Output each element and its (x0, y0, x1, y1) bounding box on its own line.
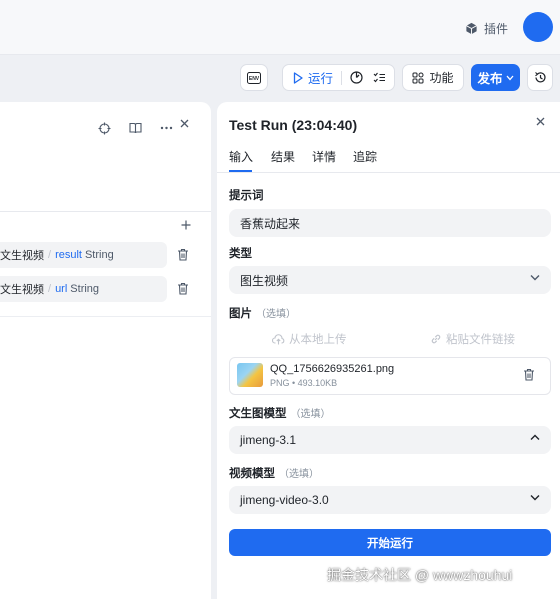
trash-icon[interactable] (523, 368, 535, 381)
run-label: 运行 (308, 72, 334, 86)
start-run-button[interactable]: 开始运行 (229, 529, 551, 556)
paste-link-label: 粘贴文件链接 (446, 334, 515, 346)
play-icon (293, 71, 303, 84)
trash-icon[interactable] (177, 282, 189, 295)
watermark: 掘金技术社区 @ wwwzhouhui (327, 567, 513, 583)
divider (0, 211, 211, 212)
trash-icon[interactable] (177, 248, 189, 261)
checklist-icon[interactable] (373, 72, 386, 84)
prompt-value: 香蕉动起来 (240, 216, 301, 231)
tab-result[interactable]: 结果 (271, 148, 295, 165)
chevron-down-icon (530, 274, 540, 281)
type-value: 图生视频 (240, 273, 289, 288)
path-separator: / (48, 283, 52, 295)
test-run-panel (217, 102, 560, 599)
optional-hint: （选填） (279, 469, 319, 480)
output-variable-row[interactable]: 文生视频 / url String (0, 276, 167, 302)
video-model-label: 视频模型 （选填） (229, 465, 319, 481)
plugin-label: 插件 (484, 21, 509, 36)
more-icon[interactable] (154, 121, 178, 135)
link-icon (430, 333, 442, 345)
divider (341, 70, 343, 85)
image-label: 图片 （选填） (229, 305, 296, 321)
video-model-select[interactable]: jimeng-video-3.0 (229, 486, 551, 514)
file-thumbnail (237, 363, 263, 387)
divider (0, 316, 211, 317)
target-icon[interactable] (92, 121, 116, 135)
file-name: QQ_1756626935261.png (270, 363, 395, 375)
upload-local-label: 从本地上传 (289, 334, 347, 346)
env-icon: ENV (247, 71, 261, 84)
divider (217, 172, 560, 173)
chevron-up-icon (530, 434, 540, 441)
chevron-down-icon (506, 75, 514, 81)
tab-trace[interactable]: 追踪 (353, 148, 377, 165)
env-button[interactable]: ENV (240, 64, 268, 91)
prompt-input[interactable]: 香蕉动起来 (229, 209, 551, 237)
function-button[interactable]: 功能 (402, 64, 464, 91)
variable-type: String (84, 249, 114, 261)
variable-type: String (70, 283, 100, 295)
file-meta: PNG • 493.10KB (270, 378, 338, 388)
t2i-model-select[interactable]: jimeng-3.1 (229, 426, 551, 454)
type-select[interactable]: 图生视频 (229, 266, 551, 294)
prompt-label: 提示词 (229, 190, 264, 202)
book-icon[interactable] (123, 121, 147, 135)
variable-source: 文生视频 (0, 284, 44, 296)
t2i-model-label: 文生图模型 （选填） (229, 405, 331, 421)
grid-icon (412, 72, 424, 84)
history-icon (534, 71, 547, 84)
node-panel (0, 102, 211, 599)
video-model-label-text: 视频模型 (229, 468, 275, 480)
tab-input[interactable]: 输入 (229, 148, 253, 165)
function-label: 功能 (429, 71, 454, 85)
run-button[interactable]: 运行 (293, 68, 333, 87)
cube-icon (465, 22, 478, 35)
add-icon[interactable] (181, 220, 191, 230)
avatar[interactable] (523, 12, 553, 42)
chevron-down-icon (530, 494, 540, 501)
tab-detail[interactable]: 详情 (312, 148, 336, 165)
cloud-upload-icon (272, 333, 285, 345)
t2i-model-label-text: 文生图模型 (229, 408, 287, 420)
close-icon[interactable] (536, 117, 545, 126)
upload-local-button[interactable]: 从本地上传 (272, 331, 347, 347)
publish-label: 发布 (477, 72, 503, 86)
output-variable-row[interactable]: 文生视频 / result String (0, 242, 167, 268)
type-label: 类型 (229, 248, 252, 260)
close-icon[interactable] (180, 119, 189, 128)
optional-hint: （选填） (256, 309, 296, 320)
optional-hint: （选填） (290, 409, 331, 420)
variable-name: url (55, 283, 68, 295)
video-model-value: jimeng-video-3.0 (240, 493, 329, 507)
plugin-button[interactable]: 插件 (465, 19, 508, 37)
t2i-model-value: jimeng-3.1 (240, 433, 297, 447)
publish-button[interactable]: 发布 (471, 64, 520, 91)
image-label-text: 图片 (229, 308, 252, 320)
variable-source: 文生视频 (0, 250, 44, 262)
svg-text:ENV: ENV (249, 76, 260, 82)
variable-name: result (55, 249, 82, 261)
paste-link-button[interactable]: 粘贴文件链接 (430, 331, 515, 347)
node-panel-actions (92, 121, 185, 135)
panel-title: Test Run (23:04:40) (229, 117, 358, 133)
speed-gauge-icon[interactable] (350, 71, 363, 84)
path-separator: / (48, 249, 52, 261)
run-toolbar-group: 运行 (282, 64, 395, 91)
history-button[interactable] (527, 64, 553, 91)
